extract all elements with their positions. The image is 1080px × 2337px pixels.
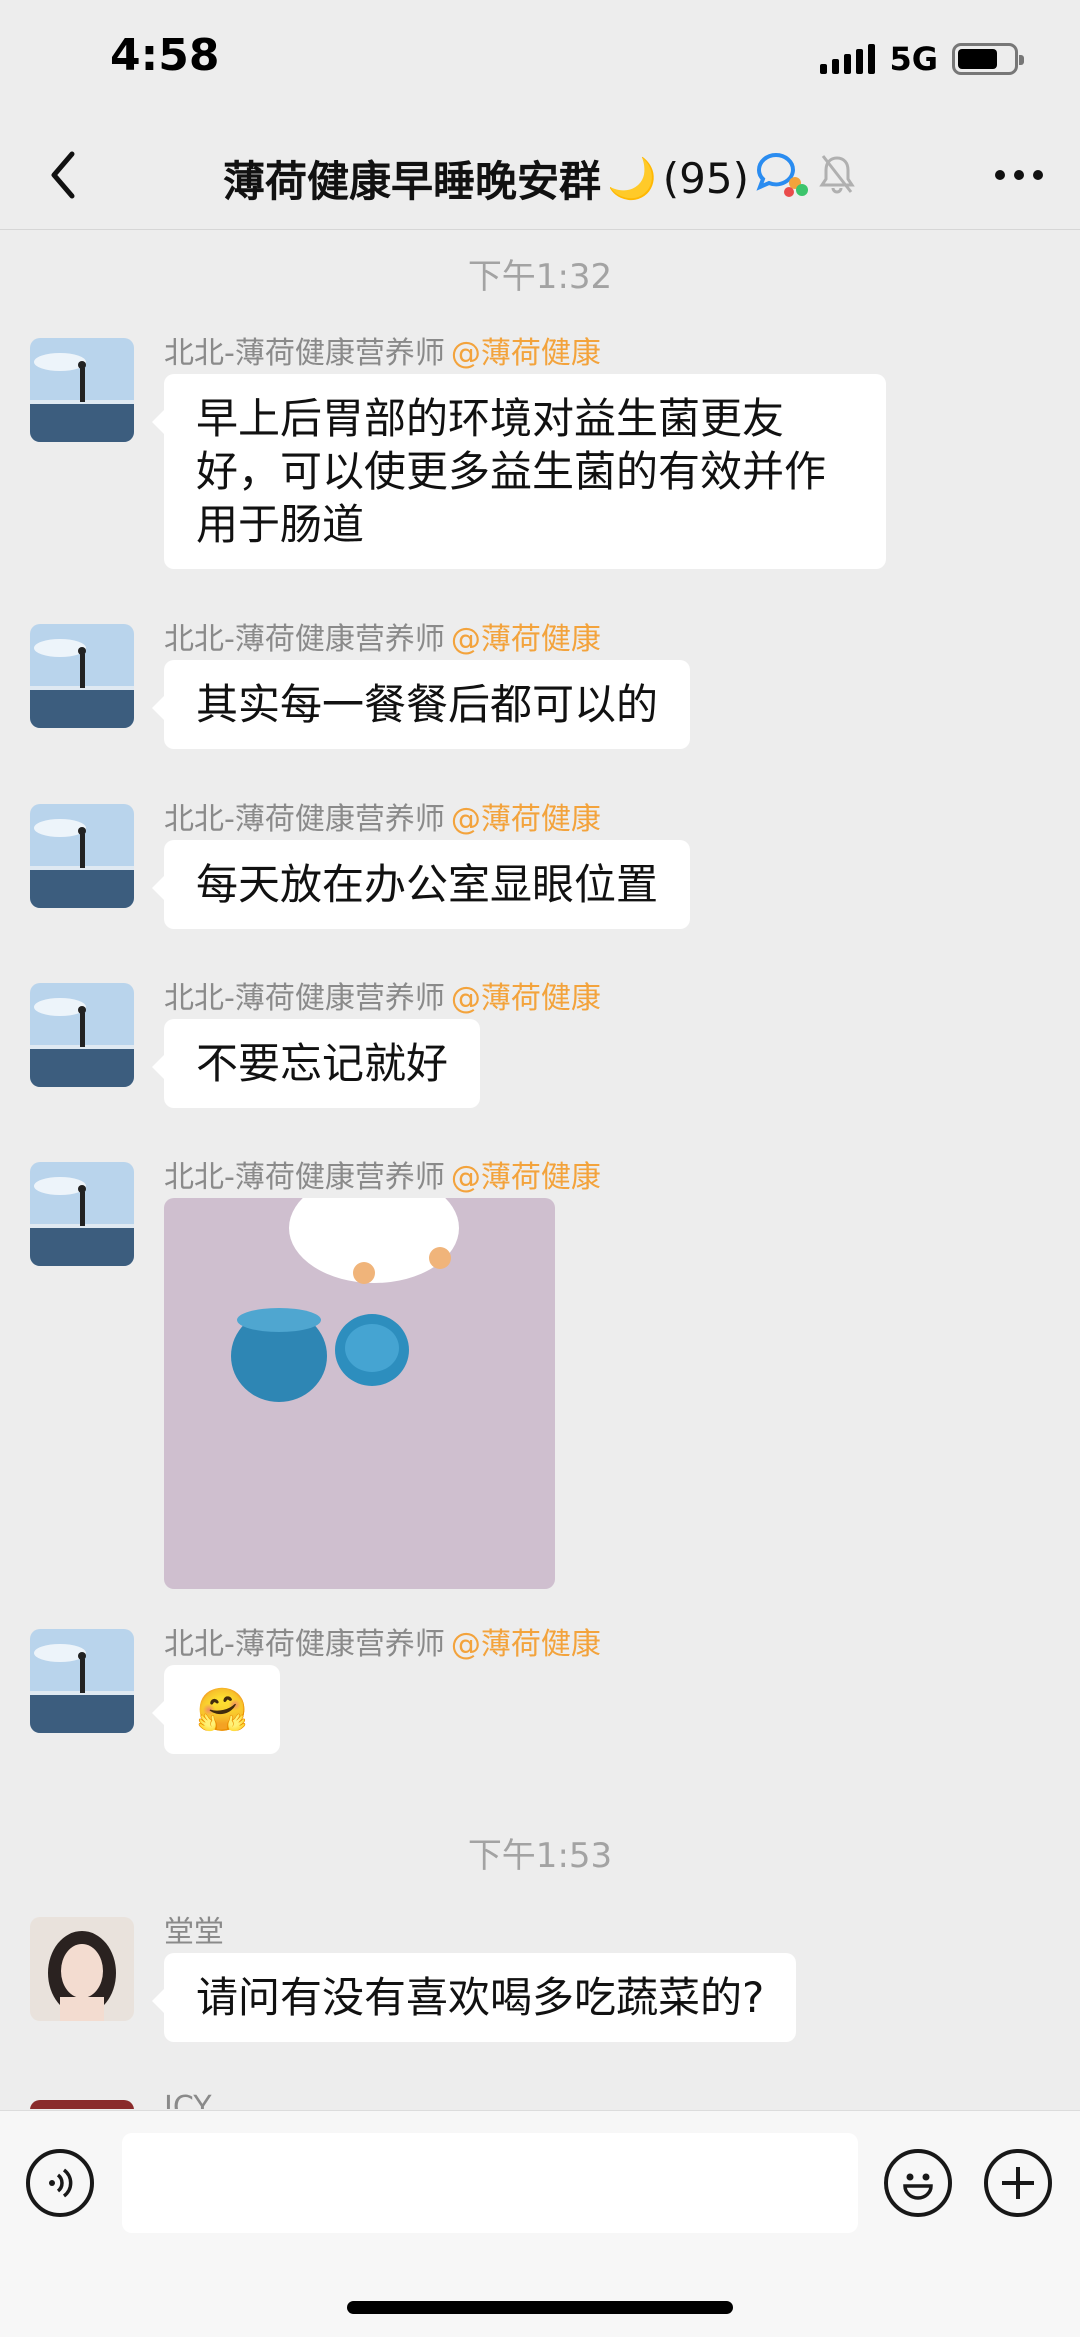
battery-icon: [952, 43, 1024, 75]
chat-header: 薄荷健康早睡晚安群 🌙 (95): [0, 120, 1080, 230]
emoji-icon[interactable]: [884, 2149, 952, 2217]
chat-title[interactable]: 薄荷健康早睡晚安群 🌙 (95): [200, 148, 880, 209]
moon-emoji: 🌙: [606, 156, 657, 202]
message-input[interactable]: [122, 2133, 858, 2233]
more-icon[interactable]: [986, 142, 1052, 208]
signal-icon: [820, 44, 876, 74]
message-bubble[interactable]: 早上后胃部的环境对益生菌更友好，可以使更多益生菌的有效并作用于肠道: [152, 374, 886, 569]
network-type: 5G: [889, 40, 938, 78]
sender-name: ICY: [164, 2090, 212, 2109]
sender-name: 堂堂: [164, 1915, 224, 1950]
sender-name: 北北-薄荷健康营养师 @薄荷健康: [164, 336, 601, 371]
avatar[interactable]: [30, 2100, 134, 2109]
home-indicator: [347, 2301, 733, 2314]
message-bubble[interactable]: 请问有没有喜欢喝多吃蔬菜的?: [151, 1953, 797, 2042]
avatar[interactable]: [30, 1917, 134, 2021]
group-name: 薄荷健康早睡晚安群: [222, 157, 601, 206]
avatar[interactable]: [30, 624, 134, 728]
message-bubble[interactable]: 每天放在办公室显眼位置: [151, 840, 691, 929]
status-bar: 4:58 5G: [0, 0, 1080, 120]
member-count: (95): [662, 154, 750, 203]
avatar[interactable]: [30, 983, 134, 1087]
mute-bell-icon: [817, 152, 857, 206]
message-list[interactable]: 下午1:32 北北-薄荷健康营养师 @薄荷健康 早上后胃部的环境对益生菌更友好，可…: [0, 231, 1080, 2109]
plus-icon[interactable]: [984, 2149, 1052, 2217]
image-message[interactable]: [164, 1198, 555, 1589]
avatar[interactable]: [30, 1162, 134, 1266]
back-arrow-icon[interactable]: [30, 142, 96, 208]
status-icons: 5G: [820, 40, 1024, 78]
message-bubble[interactable]: 🤗: [151, 1665, 281, 1754]
avatar[interactable]: [30, 804, 134, 908]
message-bubble[interactable]: 其实每一餐餐后都可以的: [151, 660, 691, 749]
group-chat-icon: [755, 150, 811, 208]
sender-name: 北北-薄荷健康营养师 @薄荷健康: [164, 1160, 601, 1195]
sender-name: 北北-薄荷健康营养师 @薄荷健康: [164, 622, 601, 657]
status-time: 4:58: [110, 30, 220, 81]
avatar[interactable]: [30, 338, 134, 442]
message-bubble[interactable]: 不要忘记就好: [151, 1019, 481, 1108]
sender-name: 北北-薄荷健康营养师 @薄荷健康: [164, 802, 601, 837]
time-label: 下午1:32: [467, 257, 613, 297]
avatar[interactable]: [30, 1629, 134, 1733]
voice-icon[interactable]: [26, 2149, 94, 2217]
sender-name: 北北-薄荷健康营养师 @薄荷健康: [164, 981, 601, 1016]
time-label: 下午1:53: [467, 1836, 613, 1876]
sender-name: 北北-薄荷健康营养师 @薄荷健康: [164, 1627, 601, 1662]
